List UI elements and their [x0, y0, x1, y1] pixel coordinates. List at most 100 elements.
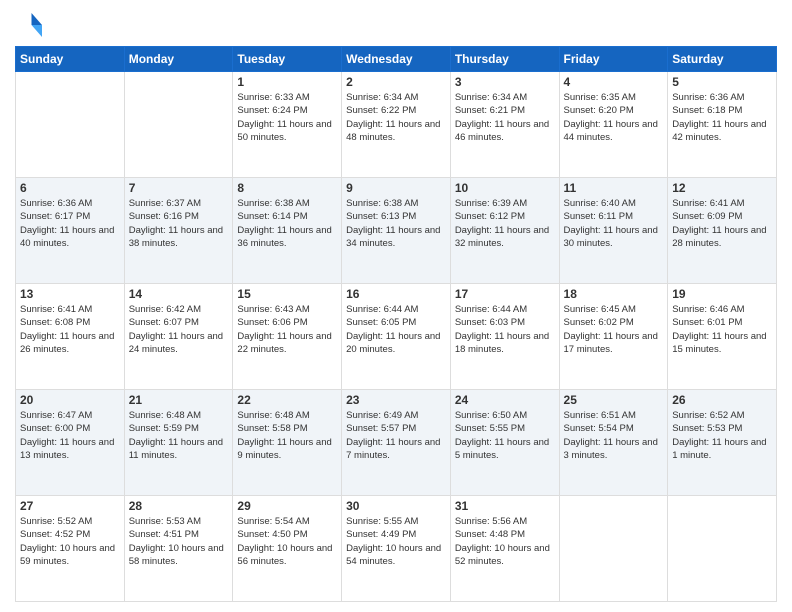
calendar-body: 1 Sunrise: 6:33 AM Sunset: 6:24 PM Daylig… — [16, 72, 777, 602]
day-info: Sunrise: 6:34 AM Sunset: 6:21 PM Dayligh… — [455, 91, 555, 144]
day-number: 12 — [672, 181, 772, 195]
day-info: Sunrise: 6:36 AM Sunset: 6:18 PM Dayligh… — [672, 91, 772, 144]
weekday-header-cell: Saturday — [668, 47, 777, 72]
weekday-header-cell: Wednesday — [342, 47, 451, 72]
day-info: Sunrise: 5:53 AM Sunset: 4:51 PM Dayligh… — [129, 515, 229, 568]
calendar-day-cell: 19Sunrise: 6:46 AM Sunset: 6:01 PM Dayli… — [668, 284, 777, 390]
day-number: 7 — [129, 181, 229, 195]
day-number: 8 — [237, 181, 337, 195]
weekday-header-row: SundayMondayTuesdayWednesdayThursdayFrid… — [16, 47, 777, 72]
day-number: 26 — [672, 393, 772, 407]
calendar-week-row: 27 Sunrise: 5:52 AM Sunset: 4:52 PM Dayli… — [16, 496, 777, 602]
day-info: Sunrise: 5:56 AM Sunset: 4:48 PM Dayligh… — [455, 515, 555, 568]
calendar-day-cell: 30Sunrise: 5:55 AM Sunset: 4:49 PM Dayli… — [342, 496, 451, 602]
day-info: Sunrise: 6:38 AM Sunset: 6:13 PM Dayligh… — [346, 197, 446, 250]
calendar-day-cell — [559, 496, 668, 602]
day-info: Sunrise: 6:34 AM Sunset: 6:22 PM Dayligh… — [346, 91, 446, 144]
day-number: 24 — [455, 393, 555, 407]
weekday-header-cell: Monday — [124, 47, 233, 72]
day-info: Sunrise: 6:48 AM Sunset: 5:59 PM Dayligh… — [129, 409, 229, 462]
day-number: 14 — [129, 287, 229, 301]
day-info: Sunrise: 5:54 AM Sunset: 4:50 PM Dayligh… — [237, 515, 337, 568]
day-number: 27 — [20, 499, 120, 513]
calendar-day-cell — [124, 72, 233, 178]
header — [15, 10, 777, 40]
day-number: 1 — [237, 75, 337, 89]
day-info: Sunrise: 6:48 AM Sunset: 5:58 PM Dayligh… — [237, 409, 337, 462]
day-number: 4 — [564, 75, 664, 89]
day-info: Sunrise: 6:33 AM Sunset: 6:24 PM Dayligh… — [237, 91, 337, 144]
calendar-day-cell: 15 Sunrise: 6:43 AM Sunset: 6:06 PM Dayli… — [233, 284, 342, 390]
day-info: Sunrise: 6:41 AM Sunset: 6:08 PM Dayligh… — [20, 303, 120, 356]
day-info: Sunrise: 6:42 AM Sunset: 6:07 PM Dayligh… — [129, 303, 229, 356]
day-number: 28 — [129, 499, 229, 513]
calendar-day-cell: 29 Sunrise: 5:54 AM Sunset: 4:50 PM Dayli… — [233, 496, 342, 602]
calendar-week-row: 1 Sunrise: 6:33 AM Sunset: 6:24 PM Daylig… — [16, 72, 777, 178]
day-info: Sunrise: 6:44 AM Sunset: 6:03 PM Dayligh… — [455, 303, 555, 356]
weekday-header-cell: Tuesday — [233, 47, 342, 72]
day-number: 18 — [564, 287, 664, 301]
calendar-week-row: 6 Sunrise: 6:36 AM Sunset: 6:17 PM Daylig… — [16, 178, 777, 284]
calendar-day-cell: 26 Sunrise: 6:52 AM Sunset: 5:53 PM Dayli… — [668, 390, 777, 496]
day-number: 30 — [346, 499, 446, 513]
calendar-day-cell: 13 Sunrise: 6:41 AM Sunset: 6:08 PM Dayli… — [16, 284, 125, 390]
calendar-day-cell: 9 Sunrise: 6:38 AM Sunset: 6:13 PM Daylig… — [342, 178, 451, 284]
weekday-header-cell: Friday — [559, 47, 668, 72]
day-number: 17 — [455, 287, 555, 301]
calendar-day-cell: 14 Sunrise: 6:42 AM Sunset: 6:07 PM Dayli… — [124, 284, 233, 390]
calendar-day-cell: 7 Sunrise: 6:37 AM Sunset: 6:16 PM Daylig… — [124, 178, 233, 284]
day-info: Sunrise: 6:37 AM Sunset: 6:16 PM Dayligh… — [129, 197, 229, 250]
day-number: 29 — [237, 499, 337, 513]
calendar-day-cell: 22 Sunrise: 6:48 AM Sunset: 5:58 PM Dayli… — [233, 390, 342, 496]
day-number: 19 — [672, 287, 772, 301]
logo — [15, 10, 49, 40]
day-number: 23 — [346, 393, 446, 407]
calendar-day-cell: 2 Sunrise: 6:34 AM Sunset: 6:22 PM Daylig… — [342, 72, 451, 178]
day-number: 9 — [346, 181, 446, 195]
calendar-week-row: 20 Sunrise: 6:47 AM Sunset: 6:00 PM Dayli… — [16, 390, 777, 496]
calendar-day-cell: 12 Sunrise: 6:41 AM Sunset: 6:09 PM Dayli… — [668, 178, 777, 284]
calendar-day-cell — [16, 72, 125, 178]
day-info: Sunrise: 6:50 AM Sunset: 5:55 PM Dayligh… — [455, 409, 555, 462]
calendar-day-cell: 10Sunrise: 6:39 AM Sunset: 6:12 PM Dayli… — [450, 178, 559, 284]
calendar-day-cell: 25 Sunrise: 6:51 AM Sunset: 5:54 PM Dayli… — [559, 390, 668, 496]
weekday-header-cell: Thursday — [450, 47, 559, 72]
day-number: 21 — [129, 393, 229, 407]
day-info: Sunrise: 6:38 AM Sunset: 6:14 PM Dayligh… — [237, 197, 337, 250]
day-info: Sunrise: 6:40 AM Sunset: 6:11 PM Dayligh… — [564, 197, 664, 250]
day-number: 31 — [455, 499, 555, 513]
calendar-day-cell: 1 Sunrise: 6:33 AM Sunset: 6:24 PM Daylig… — [233, 72, 342, 178]
calendar-day-cell: 17 Sunrise: 6:44 AM Sunset: 6:03 PM Dayli… — [450, 284, 559, 390]
day-number: 22 — [237, 393, 337, 407]
day-info: Sunrise: 6:43 AM Sunset: 6:06 PM Dayligh… — [237, 303, 337, 356]
calendar-day-cell: 5 Sunrise: 6:36 AM Sunset: 6:18 PM Daylig… — [668, 72, 777, 178]
calendar-day-cell: 28 Sunrise: 5:53 AM Sunset: 4:51 PM Dayli… — [124, 496, 233, 602]
day-number: 5 — [672, 75, 772, 89]
calendar-day-cell: 6 Sunrise: 6:36 AM Sunset: 6:17 PM Daylig… — [16, 178, 125, 284]
day-number: 25 — [564, 393, 664, 407]
day-number: 20 — [20, 393, 120, 407]
day-info: Sunrise: 6:44 AM Sunset: 6:05 PM Dayligh… — [346, 303, 446, 356]
calendar-day-cell: 16Sunrise: 6:44 AM Sunset: 6:05 PM Dayli… — [342, 284, 451, 390]
day-info: Sunrise: 6:52 AM Sunset: 5:53 PM Dayligh… — [672, 409, 772, 462]
calendar-day-cell: 20 Sunrise: 6:47 AM Sunset: 6:00 PM Dayli… — [16, 390, 125, 496]
calendar-day-cell: 24 Sunrise: 6:50 AM Sunset: 5:55 PM Dayli… — [450, 390, 559, 496]
calendar-table: SundayMondayTuesdayWednesdayThursdayFrid… — [15, 46, 777, 602]
day-number: 15 — [237, 287, 337, 301]
calendar-week-row: 13 Sunrise: 6:41 AM Sunset: 6:08 PM Dayli… — [16, 284, 777, 390]
day-info: Sunrise: 6:45 AM Sunset: 6:02 PM Dayligh… — [564, 303, 664, 356]
day-info: Sunrise: 6:36 AM Sunset: 6:17 PM Dayligh… — [20, 197, 120, 250]
day-info: Sunrise: 6:47 AM Sunset: 6:00 PM Dayligh… — [20, 409, 120, 462]
calendar-day-cell: 27 Sunrise: 5:52 AM Sunset: 4:52 PM Dayli… — [16, 496, 125, 602]
calendar-day-cell: 3Sunrise: 6:34 AM Sunset: 6:21 PM Daylig… — [450, 72, 559, 178]
day-info: Sunrise: 6:51 AM Sunset: 5:54 PM Dayligh… — [564, 409, 664, 462]
day-number: 11 — [564, 181, 664, 195]
day-info: Sunrise: 5:52 AM Sunset: 4:52 PM Dayligh… — [20, 515, 120, 568]
day-info: Sunrise: 6:41 AM Sunset: 6:09 PM Dayligh… — [672, 197, 772, 250]
day-number: 6 — [20, 181, 120, 195]
calendar-day-cell: 11 Sunrise: 6:40 AM Sunset: 6:11 PM Dayli… — [559, 178, 668, 284]
calendar-day-cell: 8 Sunrise: 6:38 AM Sunset: 6:14 PM Daylig… — [233, 178, 342, 284]
page: SundayMondayTuesdayWednesdayThursdayFrid… — [0, 0, 792, 612]
day-number: 2 — [346, 75, 446, 89]
day-number: 13 — [20, 287, 120, 301]
